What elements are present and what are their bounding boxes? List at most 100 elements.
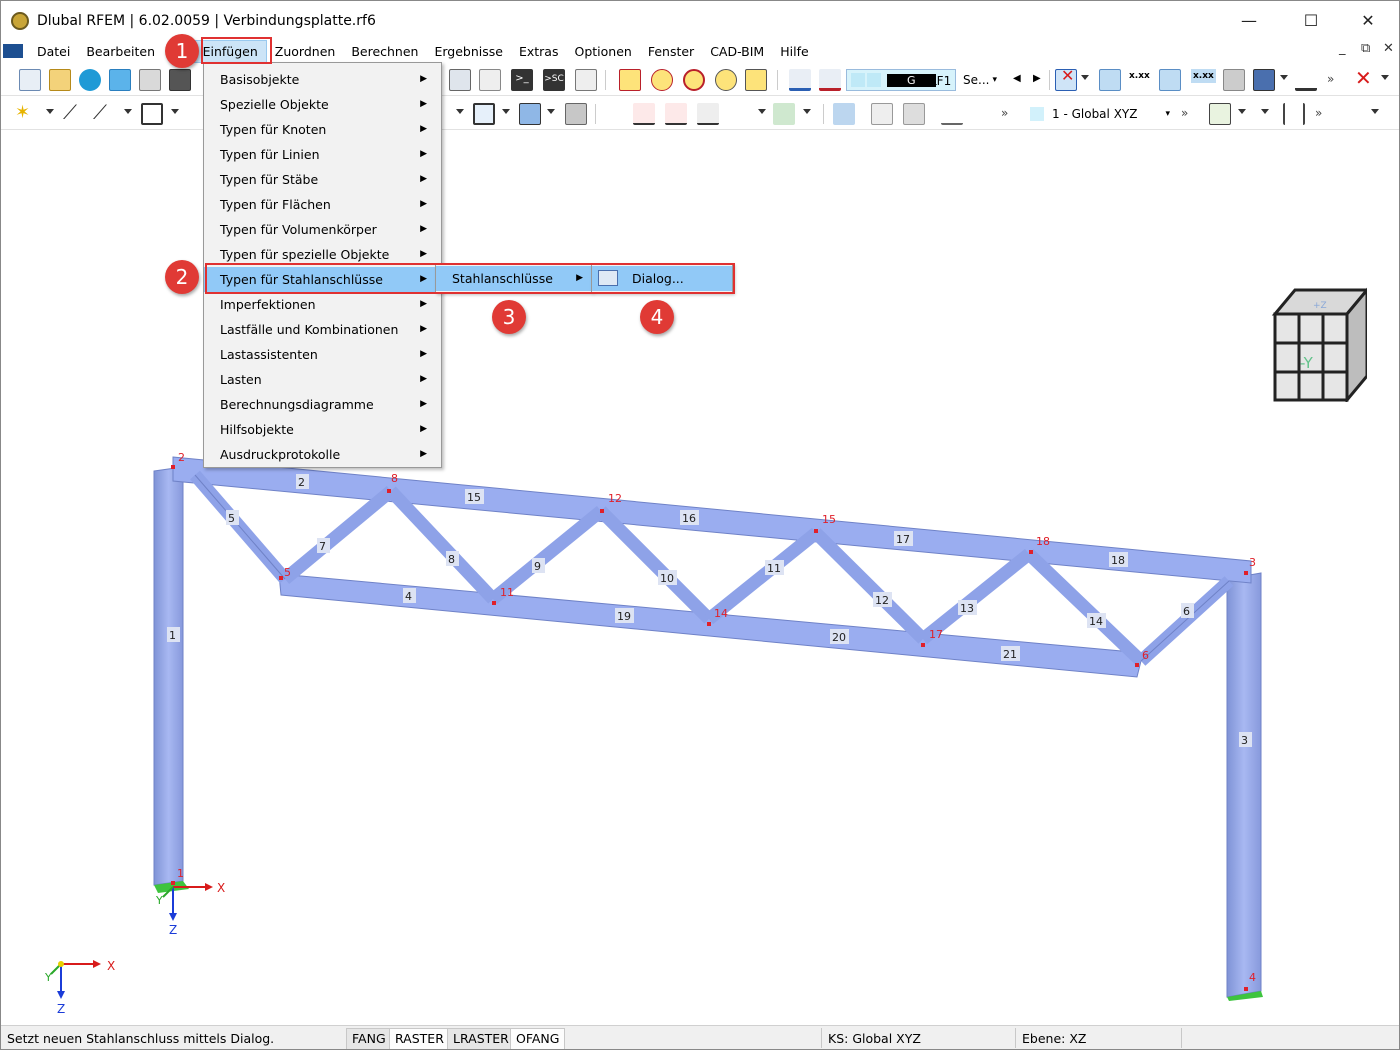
svg-text:1: 1 [169, 629, 176, 642]
display-result-values-icon[interactable]: x.xx [1191, 69, 1216, 83]
open-folder-icon[interactable] [49, 69, 71, 91]
menu-item-typen-spezielle-objekte[interactable]: Typen für spezielle Objekte ▶ [204, 242, 441, 267]
menu-item-hilfsobjekte[interactable]: Hilfsobjekte ▶ [204, 417, 441, 442]
menu-hilfe[interactable]: Hilfe [772, 41, 816, 62]
support-icon[interactable] [601, 103, 623, 125]
top-chord[interactable] [172, 456, 1252, 584]
line-support-icon[interactable] [665, 103, 687, 125]
menu-einfuegen[interactable]: Einfügen [193, 39, 267, 63]
guide-line-icon[interactable] [1341, 103, 1363, 125]
load-bar-icon[interactable] [819, 69, 841, 91]
new-solid-icon[interactable] [519, 103, 541, 125]
menu-ergebnisse[interactable]: Ergebnisse [426, 41, 511, 62]
block-icon[interactable] [109, 69, 131, 91]
maximize-button[interactable]: ☐ [1288, 1, 1334, 40]
deformation-icon[interactable] [941, 103, 963, 125]
load-case-select[interactable]: Se... ▾ [959, 69, 1007, 91]
column-member-3[interactable] [1226, 572, 1262, 998]
save-icon[interactable] [169, 69, 191, 91]
menu-item-lastfaelle[interactable]: Lastfälle und Kombinationen ▶ [204, 317, 441, 342]
console-icon[interactable]: >_ [511, 69, 533, 91]
new-opening-icon[interactable] [473, 103, 495, 125]
menu-item-lastassistenten[interactable]: Lastassistenten ▶ [204, 342, 441, 367]
menu-item-typen-volumenkoerper[interactable]: Typen für Volumenkörper ▶ [204, 217, 441, 242]
menu-item-spezielle-objekte[interactable]: Spezielle Objekte ▶ [204, 92, 441, 117]
menu-datei[interactable]: Datei [29, 41, 78, 62]
snap-fang-toggle[interactable]: FANG [346, 1028, 392, 1049]
menu-item-stahlanschluesse[interactable]: Stahlanschlüsse ▶ [436, 266, 591, 291]
display-nodes-icon[interactable] [1099, 69, 1121, 91]
script-icon[interactable]: >SC [543, 69, 565, 91]
cloud-icon[interactable] [79, 69, 101, 91]
mdi-restore-button[interactable]: ⧉ [1361, 41, 1370, 56]
animation-icon[interactable] [903, 103, 925, 125]
next-load-case-icon[interactable]: ▶ [1033, 73, 1041, 84]
menu-cad-bim[interactable]: CAD-BIM [702, 41, 772, 62]
steel-connection-icon[interactable] [773, 103, 795, 125]
render-solid-icon[interactable] [1223, 69, 1245, 91]
menu-item-typen-stahlanschluesse[interactable]: Typen für Stahlanschlüsse ▶ [204, 267, 441, 292]
column-member-1[interactable] [153, 466, 184, 886]
coordinate-system-combo[interactable]: 1 - Global XYZ ▾ [1026, 103, 1176, 125]
menu-extras[interactable]: Extras [511, 41, 567, 62]
menu-item-typen-flaechen[interactable]: Typen für Flächen ▶ [204, 192, 441, 217]
display-values-icon[interactable]: x.xx [1129, 71, 1150, 81]
report-icon[interactable] [479, 69, 501, 91]
new-member-icon[interactable]: ⟋ [93, 100, 107, 124]
menu-fenster[interactable]: Fenster [640, 41, 702, 62]
previous-load-case-icon[interactable]: ◀ [1013, 73, 1021, 84]
mdi-minimize-button[interactable]: _ [1339, 41, 1346, 56]
new-node-icon[interactable]: ✶ [15, 102, 30, 123]
surface-support-icon[interactable] [697, 103, 719, 125]
menu-item-dialog[interactable]: Dialog... [592, 266, 732, 291]
toolbar-overflow-2[interactable]: » [1001, 106, 1008, 120]
view-eye-icon[interactable] [1295, 69, 1317, 91]
delete-icon[interactable]: ✕ [1355, 66, 1372, 90]
menu-zuordnen[interactable]: Zuordnen [267, 41, 344, 62]
menu-bearbeiten[interactable]: Bearbeiten [78, 41, 163, 62]
minimize-button[interactable]: — [1226, 1, 1272, 40]
filter-clear-icon[interactable]: ✕ [1061, 66, 1074, 85]
section-filter-icon[interactable] [833, 103, 855, 125]
menu-item-lasten[interactable]: Lasten ▶ [204, 367, 441, 392]
select-target-icon[interactable] [683, 69, 705, 91]
view-plane-icon[interactable] [1209, 103, 1231, 125]
table-icon[interactable] [449, 69, 471, 91]
list-icon[interactable] [575, 69, 597, 91]
menu-optionen[interactable]: Optionen [566, 41, 639, 62]
dimension-icon[interactable] [1283, 103, 1305, 125]
toolbar-overflow-3[interactable]: » [1181, 106, 1188, 120]
toolbar-overflow-1[interactable]: » [1327, 72, 1334, 86]
menu-item-berechnungsdiagramme[interactable]: Berechnungsdiagramme ▶ [204, 392, 441, 417]
snap-lraster-toggle[interactable]: LRASTER [447, 1028, 515, 1049]
new-model-icon[interactable] [19, 69, 41, 91]
snap-raster-toggle[interactable]: RASTER [389, 1028, 450, 1049]
print-icon[interactable] [139, 69, 161, 91]
menu-berechnen[interactable]: Berechnen [343, 41, 426, 62]
document-icon[interactable] [3, 44, 23, 58]
member-type-icon[interactable] [727, 103, 749, 125]
select-add-icon[interactable] [745, 69, 767, 91]
display-results-icon[interactable] [1159, 69, 1181, 91]
new-line-icon[interactable]: ⟋ [63, 100, 77, 124]
menu-item-basisobjekte[interactable]: Basisobjekte ▶ [204, 67, 441, 92]
menu-item-imperfektionen[interactable]: Imperfektionen ▶ [204, 292, 441, 317]
menu-item-typen-staebe[interactable]: Typen für Stäbe ▶ [204, 167, 441, 192]
select-polygon-icon[interactable] [619, 69, 641, 91]
member-hinge-icon[interactable] [633, 103, 655, 125]
view-model-icon[interactable] [1253, 69, 1275, 91]
menu-item-ausdruckprotokolle[interactable]: Ausdruckprotokolle ▶ [204, 442, 441, 467]
mdi-close-button[interactable]: ✕ [1383, 41, 1394, 56]
menu-item-typen-knoten[interactable]: Typen für Knoten ▶ [204, 117, 441, 142]
view-cube[interactable]: -Y +Z [1263, 286, 1367, 402]
toolbar-overflow-4[interactable]: » [1315, 106, 1322, 120]
close-button[interactable]: ✕ [1345, 1, 1391, 40]
menu-item-typen-linien[interactable]: Typen für Linien ▶ [204, 142, 441, 167]
select-circle-icon[interactable] [651, 69, 673, 91]
section-view-icon[interactable] [871, 103, 893, 125]
new-surface-icon[interactable] [141, 103, 163, 125]
select-lasso-icon[interactable] [715, 69, 737, 91]
load-down-icon[interactable] [789, 69, 811, 91]
snap-ofang-toggle[interactable]: OFANG [510, 1028, 566, 1049]
new-block-icon[interactable] [565, 103, 587, 125]
